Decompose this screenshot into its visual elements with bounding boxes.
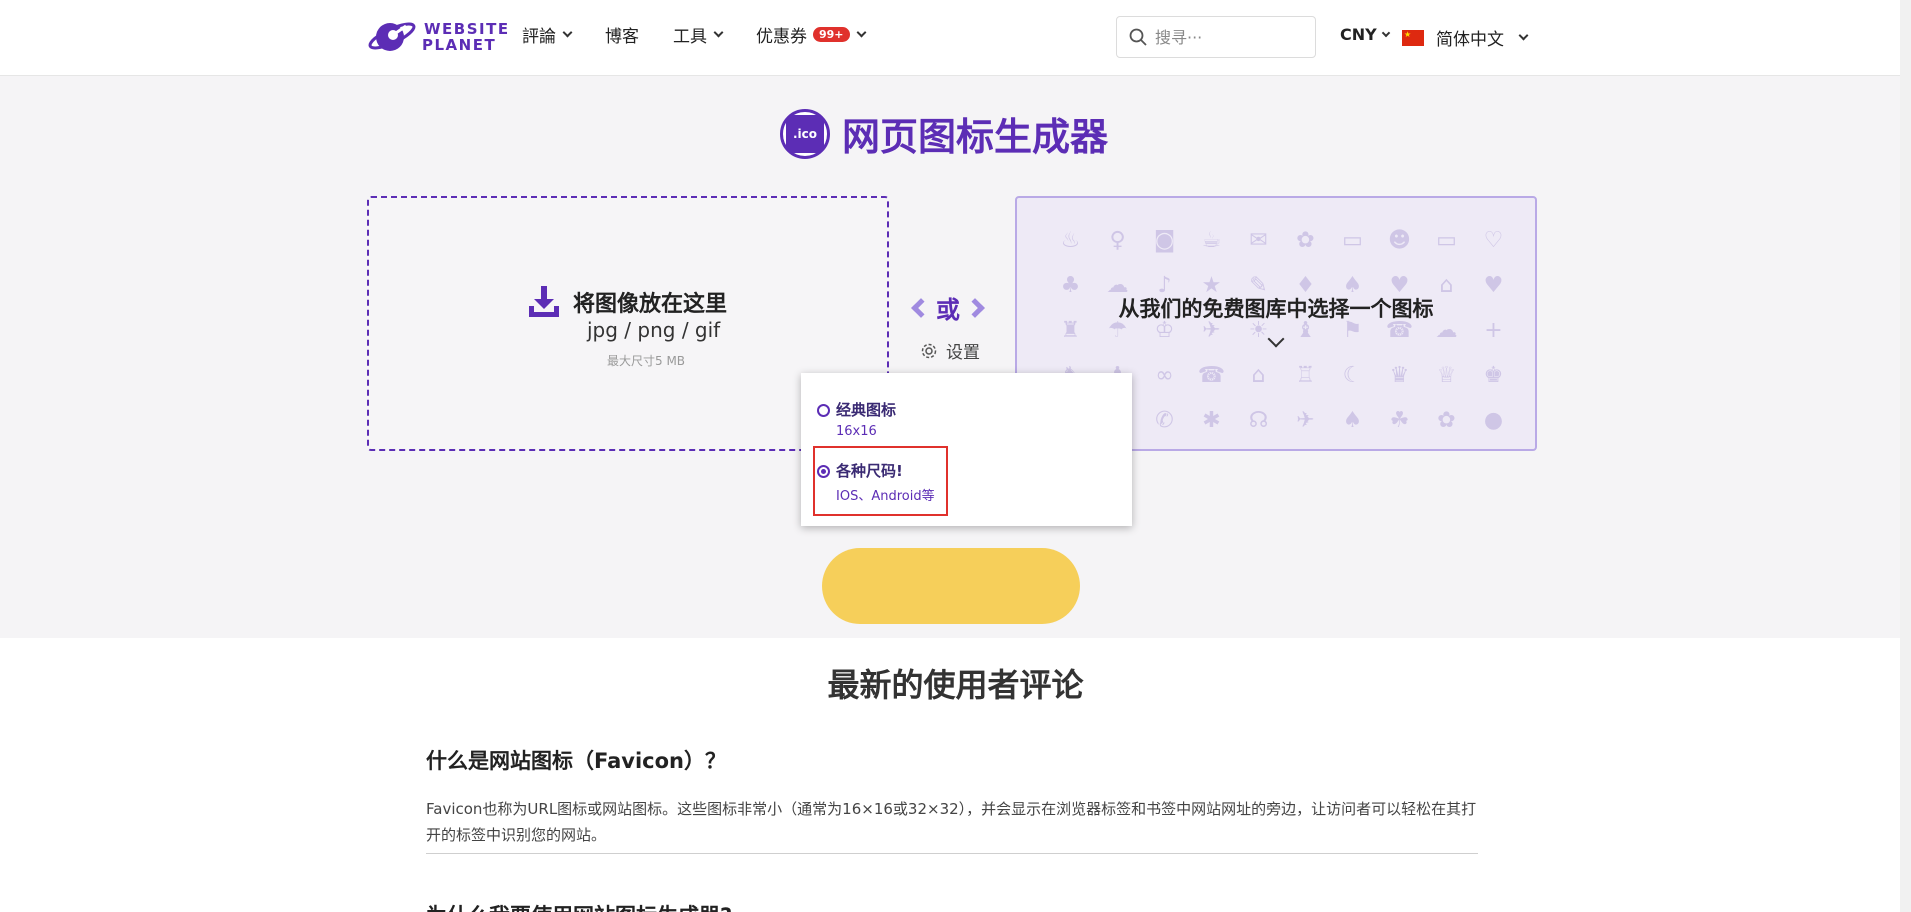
chevron-down-icon	[1518, 30, 1529, 41]
page-title: .ico 网页图标生成器	[780, 106, 1108, 161]
search-box[interactable]	[1116, 16, 1316, 58]
faq-question-1: 什么是网站图标（Favicon）？	[426, 749, 726, 773]
currency-selector[interactable]: CNY	[1340, 25, 1390, 44]
nav-coupons[interactable]: 优惠券 99+	[756, 22, 866, 47]
dropzone-title: 将图像放在这里	[573, 292, 728, 317]
language-label: 简体中文	[1436, 30, 1504, 50]
reviews-heading: 最新的使用者评论	[827, 666, 1084, 704]
chevron-left-icon	[911, 297, 931, 318]
dropzone-max-size: 最大尺寸5 MB	[607, 354, 686, 368]
search-icon	[1129, 28, 1147, 46]
nav-tools-label: 工具	[673, 27, 707, 47]
nav-reviews-label: 評論	[522, 27, 556, 47]
divider	[426, 853, 1478, 854]
main-nav: 評論 博客 工具 优惠券 99+	[522, 22, 899, 47]
dropzone-content: 将图像放在这里 jpg / png / gif 最大尺寸5 MB	[529, 286, 727, 369]
option-classic-icon[interactable]: 经典图标 16x16	[817, 399, 896, 439]
option-classic-text: 经典图标 16x16	[836, 399, 896, 439]
nav-coupons-label: 优惠券	[756, 27, 807, 47]
option-all-sizes-title: 各种尺码!	[836, 462, 903, 480]
site-header: WEBSITE PLANET 評論 博客 工具 优惠券 99+ CNY	[0, 0, 1911, 76]
nav-reviews[interactable]: 評論	[522, 22, 573, 47]
gear-icon	[921, 343, 937, 358]
logo-line-2: PLANET	[422, 36, 497, 54]
radio-classic[interactable]	[817, 404, 830, 417]
option-all-sizes-subtitle: IOS、Android等	[836, 489, 935, 504]
website-planet-logo[interactable]: WEBSITE PLANET	[366, 16, 510, 58]
china-flag-icon	[1402, 29, 1424, 46]
nav-tools[interactable]: 工具	[673, 22, 724, 47]
option-classic-title: 经典图标	[836, 401, 897, 419]
currency-label: CNY	[1340, 25, 1377, 44]
icon-library-label: 从我们的免费图库中选择一个图标	[1118, 297, 1434, 321]
settings-button[interactable]: 设置	[920, 338, 980, 363]
hero-section: .ico 网页图标生成器 将图像放在这里 jpg / png / gif 最大尺…	[0, 76, 1911, 638]
planet-logo-icon	[368, 22, 416, 51]
page-title-text: 网页图标生成器	[842, 115, 1109, 159]
page-scrollbar[interactable]	[1900, 0, 1911, 912]
nav-blog[interactable]: 博客	[605, 22, 639, 47]
chevron-right-icon	[965, 297, 985, 318]
or-label: 或	[936, 296, 960, 324]
search-input[interactable]	[1155, 27, 1305, 47]
or-separator: 或	[911, 290, 985, 325]
dropzone-formats: jpg / png / gif	[587, 318, 721, 342]
settings-popup: 经典图标 16x16 各种尺码! IOS、Android等	[801, 373, 1132, 526]
radio-all-sizes[interactable]	[817, 465, 830, 478]
option-all-sizes[interactable]: 各种尺码! IOS、Android等	[817, 460, 935, 504]
dropzone-title-row: 将图像放在这里	[529, 286, 727, 318]
chevron-down-icon	[1381, 28, 1390, 37]
coupon-count-badge: 99+	[813, 27, 850, 42]
chevron-down-icon	[713, 27, 724, 38]
generate-button[interactable]	[822, 548, 1080, 624]
chevron-down-icon	[562, 27, 573, 38]
faq-answer-1: Favicon也称为URL图标或网站图标。这些图标非常小（通常为16×16或32…	[426, 800, 1477, 844]
chevron-down-icon	[856, 27, 866, 38]
logo-text: WEBSITE PLANET	[422, 21, 510, 53]
download-icon	[529, 286, 559, 317]
settings-label: 设置	[946, 343, 980, 363]
option-all-sizes-text: 各种尺码! IOS、Android等	[836, 460, 935, 504]
logo-line-1: WEBSITE	[424, 20, 510, 38]
ico-icon-text: .ico	[786, 114, 824, 153]
ico-icon: .ico	[780, 108, 830, 159]
faq-question-2: 为什么我要使用网站图标生成器?	[426, 900, 732, 912]
option-classic-subtitle: 16x16	[836, 424, 877, 439]
language-selector[interactable]: 简体中文	[1402, 25, 1529, 50]
nav-blog-label: 博客	[605, 27, 639, 47]
